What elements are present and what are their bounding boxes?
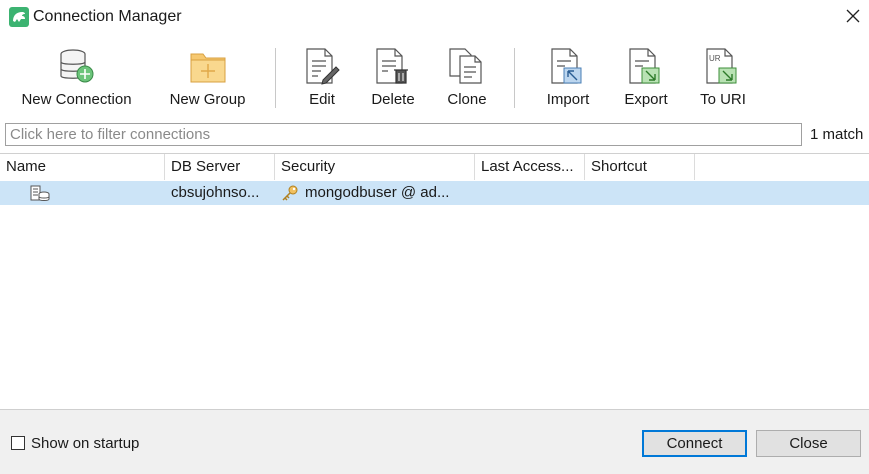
match-count: 1 match: [810, 126, 864, 143]
close-icon[interactable]: [842, 5, 864, 27]
new-connection-label: New Connection: [21, 91, 132, 108]
column-header-shortcut[interactable]: Shortcut: [585, 154, 695, 180]
connect-button[interactable]: Connect: [642, 430, 747, 457]
new-group-button[interactable]: New Group: [160, 40, 255, 116]
svg-text:UR: UR: [709, 54, 721, 63]
connections-table: Name DB Server Security Last Access... S…: [0, 153, 869, 410]
export-icon: [629, 48, 660, 84]
edit-label: Edit: [309, 91, 335, 108]
export-button[interactable]: Export: [616, 40, 676, 116]
to-uri-button[interactable]: UR To URI: [693, 40, 753, 116]
clone-button[interactable]: Clone: [440, 40, 494, 116]
key-icon: [282, 185, 298, 201]
show-on-startup-checkbox[interactable]: [11, 436, 25, 450]
toolbar-separator: [514, 48, 515, 108]
edit-button[interactable]: Edit: [295, 40, 349, 116]
import-label: Import: [546, 91, 590, 108]
footer-bar: Show on startup Connect Close: [0, 409, 869, 474]
row-last-access: [481, 181, 581, 205]
connection-server-icon: [30, 185, 50, 201]
toolbar-separator: [275, 48, 276, 108]
app-logo-icon: [9, 7, 29, 27]
import-icon: [551, 48, 582, 84]
filter-box: [5, 123, 802, 146]
window-title: Connection Manager: [33, 8, 182, 25]
edit-document-icon: [306, 48, 340, 85]
clone-label: Clone: [447, 91, 487, 108]
toolbar: New Connection New Group Edit Delete Clo…: [0, 40, 869, 116]
database-add-icon: [60, 49, 94, 83]
new-connection-button[interactable]: New Connection: [10, 40, 143, 116]
delete-label: Delete: [371, 91, 415, 108]
row-db-server: cbsujohnso...: [171, 184, 260, 201]
close-button[interactable]: Close: [756, 430, 861, 457]
column-header-security[interactable]: Security: [275, 154, 475, 180]
delete-button[interactable]: Delete: [362, 40, 424, 116]
title-bar: Connection Manager: [0, 0, 869, 34]
to-uri-label: To URI: [700, 91, 746, 108]
row-security: mongodbuser @ ad...: [305, 184, 450, 201]
import-button[interactable]: Import: [537, 40, 599, 116]
folder-add-icon: [190, 53, 226, 83]
clone-document-icon: [449, 48, 482, 84]
show-on-startup-label: Show on startup: [31, 435, 140, 452]
new-group-label: New Group: [169, 91, 246, 108]
table-row[interactable]: cbsujohnso... mongodbuser @ ad...: [0, 181, 869, 205]
delete-document-icon: [376, 48, 408, 84]
column-header-last-access[interactable]: Last Access...: [475, 154, 585, 180]
uri-export-icon: UR: [706, 48, 737, 84]
filter-input[interactable]: [6, 124, 801, 145]
row-shortcut: [591, 181, 691, 205]
table-header: Name DB Server Security Last Access... S…: [0, 154, 869, 180]
column-header-name[interactable]: Name: [0, 154, 165, 180]
column-header-db-server[interactable]: DB Server: [165, 154, 275, 180]
export-label: Export: [624, 91, 668, 108]
